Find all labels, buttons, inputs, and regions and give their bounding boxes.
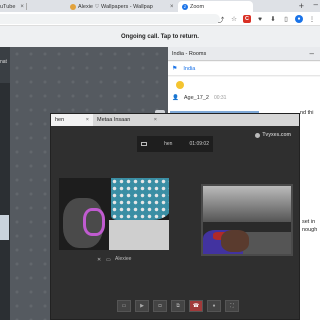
minimize-button[interactable]: – <box>314 0 318 9</box>
wallpaper-favicon-icon <box>70 3 76 10</box>
message-snippet: nough <box>302 227 318 233</box>
call-controls: ▭ ▶ ◘ ⧉ ☎ ● ⛶ <box>117 300 239 312</box>
tab-label: Zoom <box>190 3 205 10</box>
message-username[interactable]: Age_17_2 <box>184 95 209 101</box>
browser-tabbar: uTube × Alexie ♡ Wallpapers - Wallpap × … <box>0 0 320 12</box>
hair <box>83 208 105 236</box>
minimize-button[interactable]: – <box>310 49 314 58</box>
close-icon[interactable]: × <box>20 4 24 10</box>
mic-icon: ● <box>212 303 216 309</box>
tab-wallpapers[interactable]: Alexie ♡ Wallpapers - Wallpap <box>70 1 165 12</box>
message-snippet: nd thi <box>300 110 314 116</box>
left-pane-header <box>0 47 10 83</box>
camera-icon <box>141 142 147 146</box>
bed <box>243 232 291 254</box>
tab-wallpapers-close[interactable]: × <box>167 1 175 12</box>
message-snippet: set in <box>302 219 316 225</box>
camera-button[interactable]: ◘ <box>153 300 167 312</box>
call-banner-text: Ongoing call. Tap to return. <box>121 33 199 40</box>
tab-label: Metaa Insaan <box>97 117 131 123</box>
user-icon: 👤 <box>172 95 179 101</box>
tab-label: Alexie ♡ Wallpapers - Wallpap <box>78 3 153 10</box>
extension-red-icon[interactable]: C <box>243 15 251 23</box>
camera-icon: ▭ <box>106 256 111 263</box>
room-name: India <box>183 65 196 72</box>
address-bar[interactable] <box>0 14 220 24</box>
mic-button[interactable]: ● <box>207 300 221 312</box>
call-tabs: hen × Metaa Insaan × <box>51 114 299 126</box>
hang-up-icon: ☎ <box>192 303 200 309</box>
menu-icon[interactable]: ⋮ <box>308 15 316 23</box>
tab-hen[interactable]: hen × <box>51 114 93 126</box>
fullscreen-icon: ⛶ <box>230 303 234 309</box>
tab-youtube[interactable]: uTube × <box>0 1 60 12</box>
close-icon[interactable]: × <box>86 117 89 123</box>
remote-video <box>59 178 169 250</box>
brand: Tvyxes.com <box>255 132 291 138</box>
video-icon: ▶ <box>140 303 144 309</box>
ongoing-call-banner[interactable]: Ongoing call. Tap to return. <box>0 26 320 47</box>
local-face <box>221 230 249 252</box>
local-video <box>201 184 293 256</box>
peer-name: Alexiee <box>115 256 132 262</box>
smiley-icon <box>176 81 184 89</box>
screen-button[interactable]: ▭ <box>117 300 131 312</box>
left-pane-label: nat <box>0 59 7 65</box>
bookmark-icon[interactable]: ▯ <box>282 15 290 23</box>
video-button[interactable]: ▶ <box>135 300 149 312</box>
tvyxes-logo-icon <box>255 132 261 138</box>
pillow <box>109 220 169 250</box>
call-area: Tvyxes.com hen 01:09:02 ✕ ▭ Alexiee ▭ ▶ … <box>51 126 299 319</box>
tab-label: hen <box>55 117 65 123</box>
new-tab-button[interactable]: + <box>299 1 304 11</box>
blanket <box>111 178 169 220</box>
star-icon[interactable]: ☆ <box>230 15 238 23</box>
india-window-header: India - Rooms – <box>168 47 320 61</box>
peer-info: ✕ ▭ Alexiee <box>97 256 132 263</box>
tab-separator <box>25 3 27 10</box>
browser-toolbar: ⤴ ☆ C ♥ ⬇ ▯ ● ⋮ <box>0 12 320 26</box>
screen-share-icon: ⧉ <box>176 303 180 309</box>
close-icon[interactable]: × <box>154 117 157 123</box>
puzzle-icon[interactable]: ♥ <box>256 15 264 23</box>
status-name: hen <box>164 141 173 147</box>
zoom-favicon-icon: Z <box>182 3 188 10</box>
download-icon[interactable]: ⬇ <box>269 15 277 23</box>
fullscreen-button[interactable]: ⛶ <box>225 300 239 312</box>
share-icon[interactable]: ⤴ <box>217 15 225 24</box>
tab-metaa-insaan[interactable]: Metaa Insaan × <box>93 114 161 126</box>
message-header: 👤 Age_17_2 00:31 <box>172 95 226 101</box>
video-call-window: hen × Metaa Insaan × Tvyxes.com hen 01:0… <box>50 113 300 320</box>
call-timer: 01:09:02 <box>189 141 209 147</box>
brand-name: Tvyxes.com <box>262 132 291 138</box>
profile-icon[interactable]: ● <box>295 15 303 23</box>
close-icon[interactable]: × <box>170 4 174 10</box>
background <box>203 186 291 222</box>
tab-zoom[interactable]: Z Zoom <box>178 1 253 12</box>
hang-up-button[interactable]: ☎ <box>189 300 203 312</box>
screen-icon: ▭ <box>121 303 127 309</box>
mic-muted-icon: ✕ <box>97 256 102 263</box>
room-item-india[interactable]: ⚑ India <box>168 62 320 76</box>
room-icon: ⚑ <box>172 66 178 72</box>
india-window-title: India - Rooms <box>172 51 207 57</box>
left-pane-panel <box>0 215 9 240</box>
tab-label: uTube <box>0 3 16 10</box>
call-status: hen 01:09:02 <box>137 136 213 152</box>
left-pane: nat <box>0 47 10 320</box>
screen-share-button[interactable]: ⧉ <box>171 300 185 312</box>
camera-icon: ◘ <box>158 303 162 309</box>
message-time: 00:31 <box>213 95 227 101</box>
